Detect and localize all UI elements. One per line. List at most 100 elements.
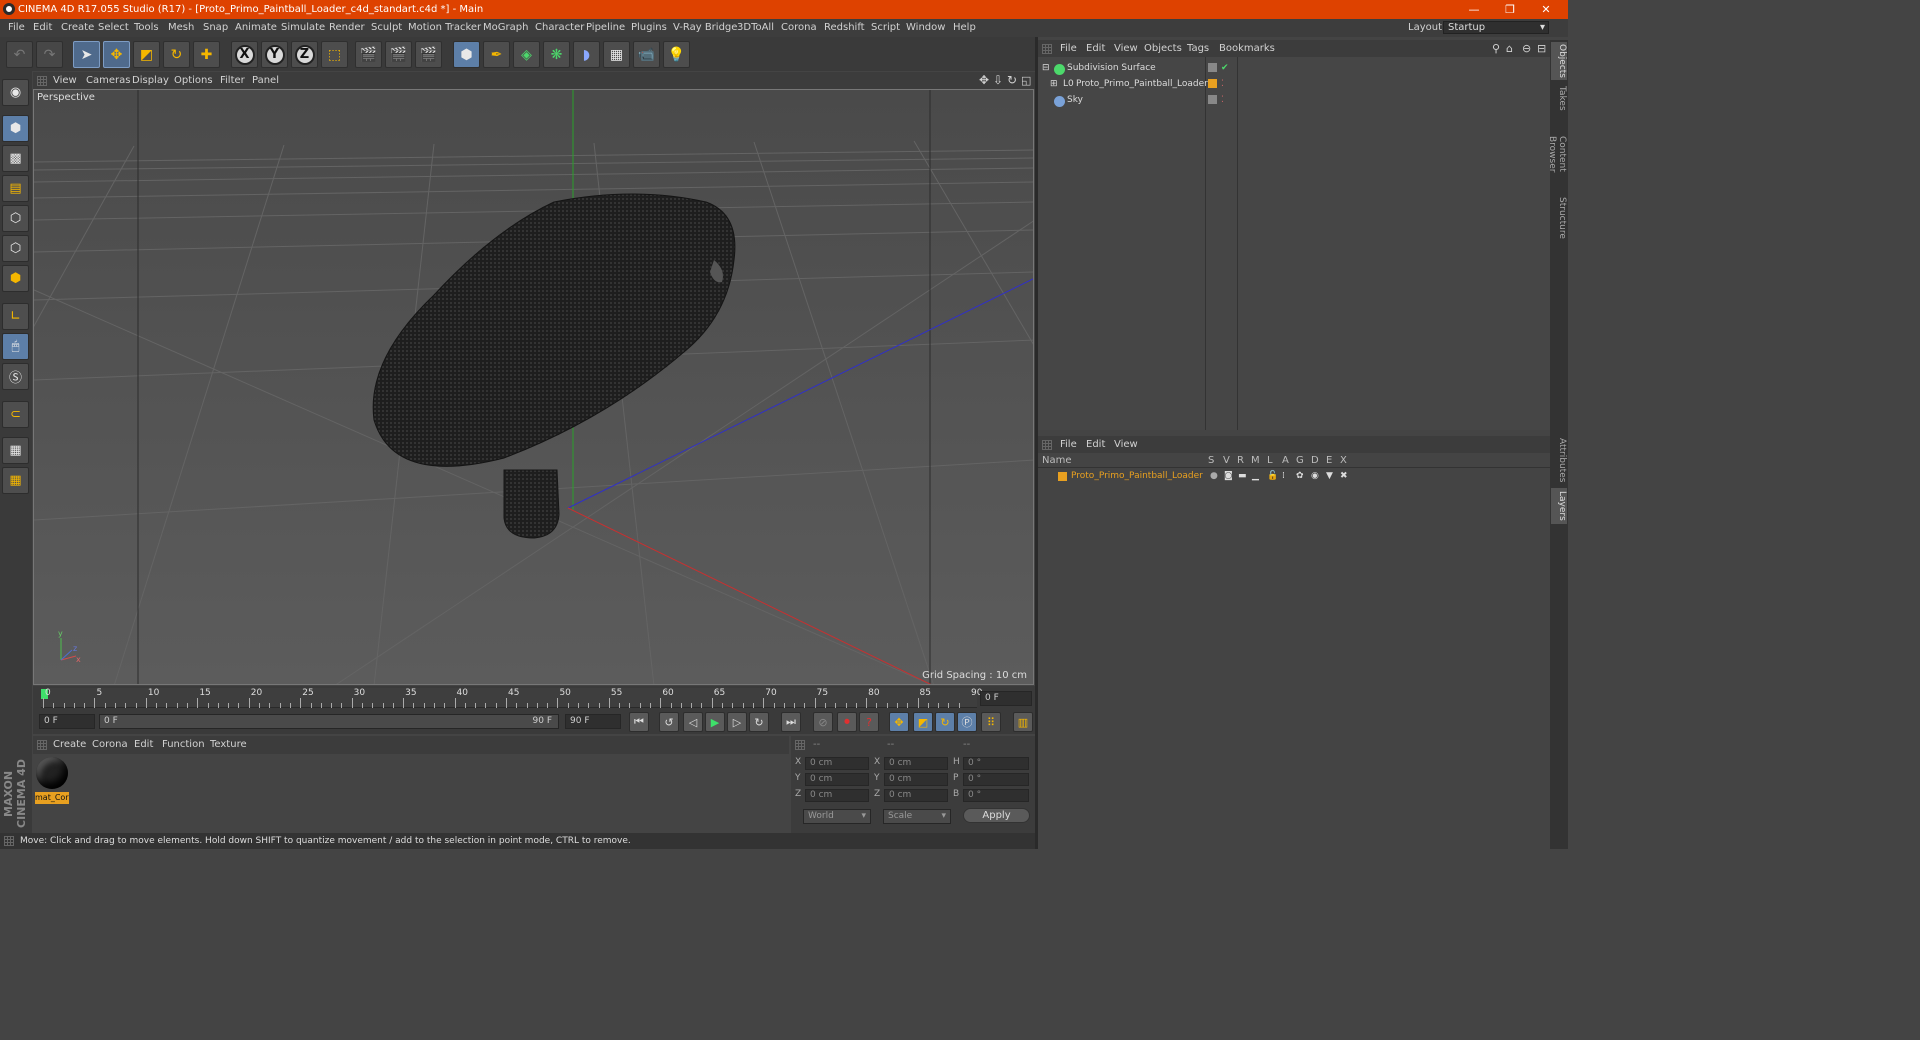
render-view-button[interactable]: 🎬 [355, 41, 382, 68]
viewport-menu-options[interactable]: Options [174, 72, 213, 89]
floor-button[interactable]: ▦ [603, 41, 630, 68]
edges-mode-button[interactable]: ⬡ [2, 235, 29, 262]
solo-button[interactable]: Ⓢ [2, 363, 29, 390]
camera-button[interactable]: 📹 [633, 41, 660, 68]
tab-attributes[interactable]: Attributes [1551, 436, 1567, 484]
parameter-key-button[interactable]: Ⓟ [957, 712, 977, 732]
visibility-dots-icon[interactable]: ⁚ [1221, 76, 1224, 92]
position-key-button[interactable]: ✥ [889, 712, 909, 732]
make-editable-button[interactable]: ◉ [2, 79, 29, 106]
viewport-menu-panel[interactable]: Panel [252, 72, 279, 89]
polygons-mode-button[interactable]: ⬢ [2, 265, 29, 292]
previous-key-button[interactable]: ↺ [659, 712, 679, 732]
autokey-button[interactable]: ⏺ [837, 712, 857, 732]
menu-motion-tracker[interactable]: Motion Tracker [408, 19, 481, 37]
menu-simulate[interactable]: Simulate [281, 19, 325, 37]
subdivision-surface-button[interactable]: ◈ [513, 41, 540, 68]
next-frame-button[interactable]: ▷ [727, 712, 747, 732]
coord-position-field[interactable]: 0 cm [805, 789, 869, 802]
menu-vray-bridge[interactable]: V-Ray Bridge [673, 19, 737, 37]
menu-tools[interactable]: Tools [134, 19, 159, 37]
tweak-mode-button[interactable]: 🖱 [2, 333, 29, 360]
coord-size-field[interactable]: 0 cm [884, 789, 948, 802]
tab-structure[interactable]: Structure [1551, 196, 1567, 240]
rotate-view-icon[interactable]: ↻ [1007, 72, 1017, 89]
model-mode-button[interactable]: ⬢ [2, 115, 29, 142]
menu-plugins[interactable]: Plugins [631, 19, 667, 37]
z-axis-button[interactable]: Z [291, 41, 318, 68]
light-button[interactable]: 💡 [663, 41, 690, 68]
close-button[interactable]: ✕ [1528, 0, 1564, 19]
menu-corona[interactable]: Corona [781, 19, 817, 37]
menu-mesh[interactable]: Mesh [168, 19, 194, 37]
coord-rotation-field[interactable]: 0 ° [963, 757, 1029, 770]
axis-mode-button[interactable]: ∟ [2, 303, 29, 330]
material-menu-texture[interactable]: Texture [210, 736, 247, 754]
frame-range-slider[interactable]: 0 F 90 F [99, 714, 559, 729]
timeline-window-button[interactable]: ▥ [1013, 712, 1033, 732]
search-icon[interactable]: ⚲ [1492, 40, 1500, 57]
menu-sculpt[interactable]: Sculpt [371, 19, 402, 37]
toggle-view-icon[interactable]: ◱ [1021, 72, 1031, 89]
timeline-ruler[interactable]: 0 5 10 15 20 25 30 35 40 45 50 55 60 65 70 75 80 85 90 0 F [33, 686, 1035, 710]
render-picture-viewer-button[interactable]: 🎬 [385, 41, 412, 68]
render-icon[interactable]: ▬ [1238, 468, 1247, 484]
workplane-lock-button[interactable]: ▦ [2, 437, 29, 464]
rotation-key-button[interactable]: ↻ [935, 712, 955, 732]
viewport-menu-view[interactable]: View [53, 72, 77, 89]
material-menu-corona[interactable]: Corona [92, 736, 128, 754]
visibility-dots-icon[interactable]: ⁚ [1221, 92, 1224, 108]
go-to-end-button[interactable]: ⏭ [781, 712, 801, 732]
animation-icon[interactable]: ⁞ [1282, 468, 1285, 484]
menu-pipeline[interactable]: Pipeline [586, 19, 625, 37]
collapse-icon[interactable]: ⊟ [1042, 60, 1050, 76]
keyframe-selection-button[interactable]: ? [859, 712, 879, 732]
eye-icon[interactable]: ◙ [1224, 468, 1233, 484]
minimize-button[interactable]: — [1456, 0, 1492, 19]
scale-key-button[interactable]: ◩ [913, 712, 933, 732]
spline-pen-button[interactable]: ✒ [483, 41, 510, 68]
restore-button[interactable]: ❐ [1492, 0, 1528, 19]
menu-window[interactable]: Window [906, 19, 945, 37]
viewport-menu-cameras[interactable]: Cameras [86, 72, 130, 89]
next-key-button[interactable]: ↻ [749, 712, 769, 732]
object-menu-file[interactable]: File [1060, 40, 1077, 57]
texture-mode-button[interactable]: ▩ [2, 145, 29, 172]
material-swatch[interactable]: mat_Cor [35, 756, 69, 804]
tab-takes[interactable]: Takes [1551, 84, 1567, 112]
visibility-dots-icon[interactable] [1208, 95, 1217, 104]
coordinate-system-button[interactable]: ⬚ [321, 41, 348, 68]
locked-workplane-button[interactable]: ▦ [2, 467, 29, 494]
zoom-view-icon[interactable]: ⇩ [993, 72, 1003, 89]
layout-dropdown[interactable]: Startup ▾ [1443, 21, 1549, 34]
x-axis-button[interactable]: X [231, 41, 258, 68]
coord-size-field[interactable]: 0 cm [884, 773, 948, 786]
coord-position-field[interactable]: 0 cm [805, 757, 869, 770]
tab-objects[interactable]: Objects [1551, 42, 1567, 80]
solo-dot-icon[interactable]: ● [1210, 468, 1218, 484]
menu-mograph[interactable]: MoGraph [483, 19, 528, 37]
tab-content-browser[interactable]: Content Browser [1547, 118, 1567, 190]
play-button[interactable]: ▶ [705, 712, 725, 732]
menu-render[interactable]: Render [329, 19, 365, 37]
viewport-menu-filter[interactable]: Filter [220, 72, 245, 89]
object-menu-objects[interactable]: Objects [1144, 40, 1182, 57]
object-menu-bookmarks[interactable]: Bookmarks [1219, 40, 1275, 57]
menu-snap[interactable]: Snap [203, 19, 228, 37]
snap-button[interactable]: ⊂ [2, 401, 29, 428]
layer-row[interactable]: Proto_Primo_Paintball_Loader ● ◙ ▬ ▁ 🔓 ⁞… [1038, 468, 1550, 484]
menu-redshift[interactable]: Redshift [824, 19, 865, 37]
lock-icon[interactable]: 🔓 [1267, 468, 1278, 484]
deformers-icon[interactable]: ◉ [1311, 468, 1319, 484]
object-menu-tags[interactable]: Tags [1187, 40, 1209, 57]
object-row-subdivision[interactable]: ⊟ Subdivision Surface ✔ [1038, 60, 1550, 76]
end-frame-field[interactable]: 90 F [565, 714, 621, 729]
workplane-mode-button[interactable]: ▤ [2, 175, 29, 202]
array-button[interactable]: ❋ [543, 41, 570, 68]
render-settings-button[interactable]: 🎬 [415, 41, 442, 68]
cube-object-button[interactable]: ⬢ [453, 41, 480, 68]
menu-character[interactable]: Character [535, 19, 584, 37]
tab-layers[interactable]: Layers [1551, 488, 1567, 524]
record-keys-button[interactable]: ⊘ [813, 712, 833, 732]
expand-icon[interactable]: ⊞ [1050, 76, 1058, 92]
